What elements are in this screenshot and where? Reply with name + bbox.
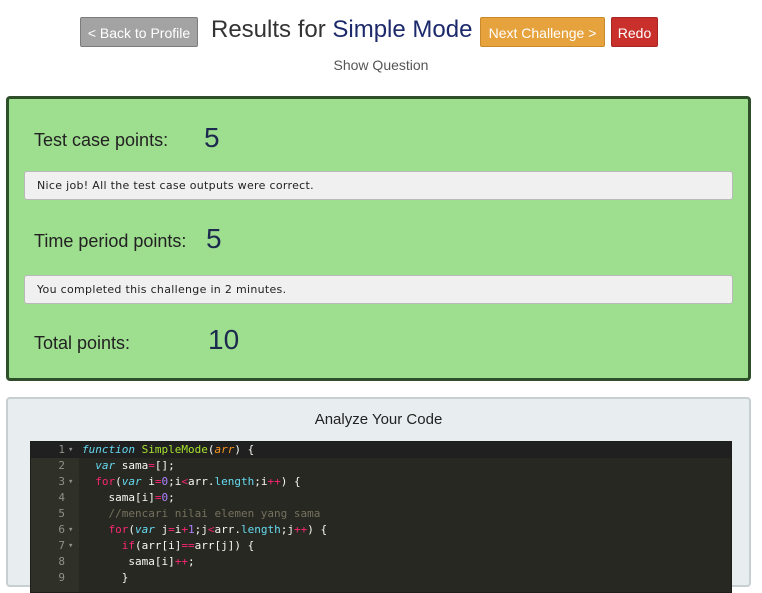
fold-arrow-icon[interactable]: ▾ [68, 538, 73, 554]
test-case-points-value: 5 [204, 122, 220, 153]
line-number: 4 [58, 491, 65, 504]
code-text: for(var i=0;i<arr.length;i++) { [95, 475, 301, 488]
code-line: 7 ▾ if(arr[i]==arr[j]) { [31, 538, 731, 554]
code-line: 9 } [31, 570, 731, 586]
back-to-profile-button[interactable]: < Back to Profile [80, 17, 198, 47]
line-number: 6 [58, 523, 65, 536]
fold-arrow-icon[interactable]: ▾ [68, 442, 73, 458]
analyze-panel: Analyze Your Code 1 ▾ function SimpleMod… [6, 397, 751, 593]
code-line: 5 //mencari nilai elemen yang sama [31, 506, 731, 522]
code-line: 8 sama[i]++; [31, 554, 731, 570]
page-title: Results for Simple Mode [211, 16, 472, 44]
code-text: sama[i]=0; [82, 491, 175, 504]
code-line: 6 ▾ for(var j=i+1;j<arr.length;j++) { [31, 522, 731, 538]
code-text: for(var j=i+1;j<arr.length;j++) { [108, 523, 328, 536]
time-period-points-value: 5 [206, 223, 222, 254]
next-challenge-button[interactable]: Next Challenge > [480, 17, 605, 47]
test-case-points-label: Test case points: [34, 130, 169, 150]
line-number: 2 [58, 459, 65, 472]
code-editor[interactable]: 1 ▾ function SimpleMode(arr) { 2 var sam… [30, 441, 732, 593]
analyze-title: Analyze Your Code [314, 411, 443, 428]
results-header: < Back to Profile Results for Simple Mod… [0, 0, 762, 80]
code-text: sama[i]++; [82, 555, 195, 568]
redo-button[interactable]: Redo [611, 17, 658, 47]
code-line: 3 ▾ for(var i=0;i<arr.length;i++) { [31, 474, 731, 490]
code-line: 4 sama[i]=0; [31, 490, 731, 506]
fold-arrow-icon[interactable]: ▾ [68, 474, 73, 490]
line-number: 9 [58, 571, 65, 584]
line-number: 8 [58, 555, 65, 568]
code-text: //mencari nilai elemen yang sama [82, 507, 321, 520]
points-panel: Test case points: 5 Nice job! All the te… [6, 96, 751, 381]
time-period-message: You completed this challenge in 2 minute… [24, 275, 733, 304]
line-number: 7 [58, 539, 65, 552]
line-number: 5 [58, 507, 65, 520]
code-text: } [82, 571, 129, 584]
code-line: 2 var sama=[]; [31, 458, 731, 474]
test-case-message: Nice job! All the test case outputs were… [24, 171, 733, 200]
fold-arrow-icon[interactable]: ▾ [68, 522, 73, 538]
total-points-label: Total points: [34, 333, 131, 353]
total-points-value: 10 [208, 324, 240, 355]
line-number: 3 [58, 475, 65, 488]
code-text: var sama=[]; [95, 459, 175, 472]
time-period-points-label: Time period points: [34, 231, 187, 251]
code-text: function SimpleMode(arr) { [82, 443, 255, 456]
show-question-link[interactable]: Show Question [0, 57, 762, 73]
line-number: 1 [58, 443, 65, 456]
code-text: if(arr[i]==arr[j]) { [121, 539, 255, 552]
title-prefix: Results for [211, 16, 326, 43]
title-mode: Simple Mode [332, 16, 473, 43]
code-line: 1 ▾ function SimpleMode(arr) { [31, 442, 731, 458]
